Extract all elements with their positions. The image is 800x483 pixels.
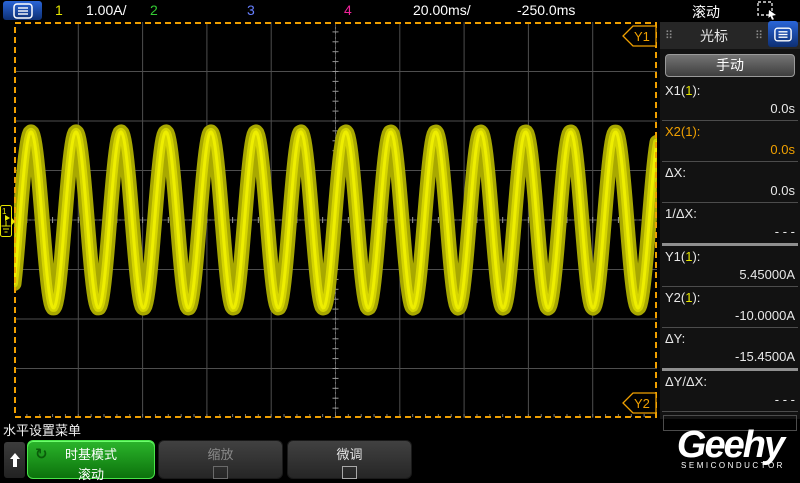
hamburger-menu-icon [13,3,33,19]
brand-logo: Geehy SEMICONDUCTOR [660,427,800,470]
cursor-row-dy[interactable]: ΔY: -15.4500A [660,328,800,368]
channel-1-scale[interactable]: 1.00A/ [86,2,126,18]
channel-3-badge[interactable]: 3 [247,2,255,18]
softkey-bar: ↻ 时基模式 滚动 缩放 微调 [0,438,660,480]
drag-handle-left-icon[interactable]: ⠿ [660,31,678,41]
svg-text:Y2: Y2 [634,396,650,411]
selection-tool-icon[interactable] [757,1,779,23]
drag-handle-right-icon[interactable]: ⠿ [750,31,768,41]
channel-1-ground-marker[interactable]: 1 [0,205,15,238]
cursor-row-inv-dx[interactable]: 1/ΔX: - - - [660,203,800,243]
marker-channel-number: 1 [2,207,7,216]
cursor-dy-value: -15.4500A [665,347,795,366]
softkey-menu-title: 水平设置菜单 [3,420,81,439]
cursor-dx-value: 0.0s [665,181,795,200]
cursor-x2-value: 0.0s [665,140,795,159]
delay-readout[interactable]: -250.0ms [517,2,575,18]
zoom-checkbox[interactable] [213,466,228,479]
cursor-panel-header[interactable]: ⠿ 光标 ⠿ [660,22,800,49]
cursor-panel: ⠿ 光标 ⠿ 手动 X1(1): 0.0s X2(1): 0.0s ΔX: 0.… [660,22,800,419]
acquisition-mode-label: 滚动 [692,2,720,22]
status-bar: 1 1.00A/ 2 3 4 20.00ms/ -250.0ms 滚动 [0,0,800,21]
cursor-row-y1[interactable]: Y1(1): 5.45000A [660,246,800,286]
cursor-inv-dx-value: - - - [665,222,795,241]
channel-1-badge[interactable]: 1 [55,2,63,18]
main-menu-button[interactable] [3,1,42,20]
cursor-y1-tag[interactable]: Y1 [622,25,657,47]
cursor-row-y2[interactable]: Y2(1): -10.0000A [660,287,800,327]
channel-2-badge[interactable]: 2 [150,2,158,18]
cursor-row-x2[interactable]: X2(1): 0.0s [660,121,800,161]
cursor-row-dx[interactable]: ΔX: 0.0s [660,162,800,202]
cursor-slope-value: - - - [665,390,795,409]
cursor-y2-tag[interactable]: Y2 [622,392,657,414]
svg-text:Y1: Y1 [634,29,650,44]
timebase-readout[interactable]: 20.00ms/ [413,2,471,18]
fine-adjust-checkbox[interactable] [342,466,357,479]
cycle-arrows-icon: ↻ [35,445,48,463]
cursor-row-x1[interactable]: X1(1): 0.0s [660,80,800,120]
waveform-display[interactable]: 1 Y1 Y2 [14,22,657,418]
menu-up-button[interactable] [4,442,25,478]
cursor-mode-button[interactable]: 手动 [665,54,795,77]
cursor-row-slope[interactable]: ΔY/ΔX: - - - [660,371,800,411]
hamburger-menu-icon [774,27,792,42]
zoom-button[interactable]: 缩放 [158,440,283,479]
cursor-x1-value: 0.0s [665,99,795,118]
channel-4-badge[interactable]: 4 [344,2,352,18]
fine-adjust-button[interactable]: 微调 [287,440,412,479]
scope-grid-and-trace [14,22,657,418]
divider [662,411,798,412]
arrow-up-icon [9,452,21,468]
cursor-panel-menu-button[interactable] [768,21,798,47]
cursor-panel-title: 光标 [678,26,750,46]
cursor-y1-value: 5.45000A [665,265,795,284]
cursor-y2-value: -10.0000A [665,306,795,325]
timebase-mode-button[interactable]: ↻ 时基模式 滚动 [27,440,155,479]
